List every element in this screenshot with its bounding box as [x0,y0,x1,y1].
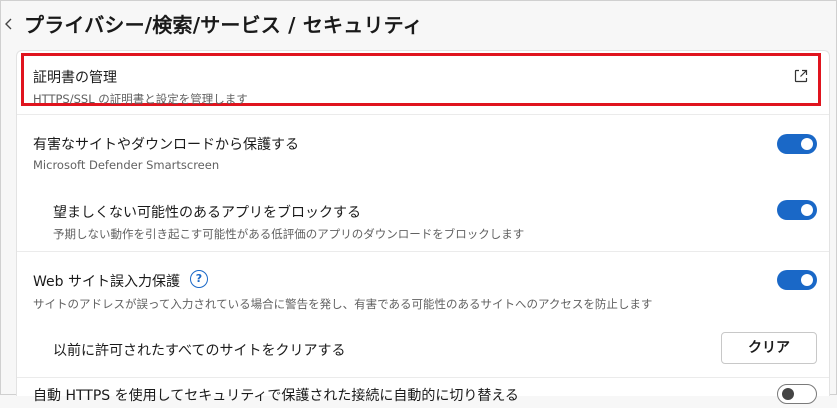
chevron-left-icon[interactable] [2,14,16,34]
settings-card: 証明書の管理 HTTPS/SSL の証明書と設定を管理します 有害なサイトやダウ… [16,50,830,404]
certificates-description: HTTPS/SSL の証明書と設定を管理します [33,92,248,106]
typo-protection-toggle[interactable] [777,270,817,290]
pua-block-title: 望ましくない可能性のあるアプリをブロックする [53,205,361,221]
pua-block-row: 望ましくない可能性のあるアプリをブロックする 予期しない動作を引き起こす可能性が… [17,184,829,244]
certificates-title: 証明書の管理 [33,70,117,86]
auto-https-title: 自動 HTTPS を使用してセキュリティで保護された接続に自動的に切り替える [33,388,519,404]
clear-button[interactable]: クリア [721,332,817,364]
toggle-knob [801,138,813,150]
typo-protection-row: Web サイト誤入力保護 ? サイトのアドレスが誤って入力されている場合に警告を… [17,252,829,314]
auto-https-row: 自動 HTTPS を使用してセキュリティで保護された接続に自動的に切り替える [17,378,829,408]
smartscreen-row: 有害なサイトやダウンロードから保護する Microsoft Defender S… [17,115,829,175]
pua-block-description: 予期しない動作を引き起こす可能性がある低評価のアプリのダウンロードをブロックしま… [53,227,525,241]
pua-block-toggle[interactable] [777,200,817,220]
smartscreen-toggle[interactable] [777,134,817,154]
external-link-icon[interactable] [793,68,809,84]
smartscreen-description: Microsoft Defender Smartscreen [33,158,220,172]
help-circle-icon[interactable]: ? [190,270,208,288]
typo-protection-description: サイトのアドレスが誤って入力されている場合に警告を発し、有害である可能性のあるサ… [33,297,653,311]
toggle-knob [801,274,813,286]
clear-allowed-row: 以前に許可されたすべてのサイトをクリアする クリア [17,323,829,375]
auto-https-toggle[interactable] [777,384,817,404]
typo-protection-title: Web サイト誤入力保護 [33,274,180,290]
smartscreen-title: 有害なサイトやダウンロードから保護する [33,137,299,153]
page-title: プライバシー/検索/サービス / セキュリティ [24,13,423,37]
toggle-knob [801,204,813,216]
clear-allowed-title: 以前に許可されたすべてのサイトをクリアする [53,343,346,359]
certificates-row[interactable]: 証明書の管理 HTTPS/SSL の証明書と設定を管理します [17,51,829,111]
toggle-knob [782,388,794,400]
